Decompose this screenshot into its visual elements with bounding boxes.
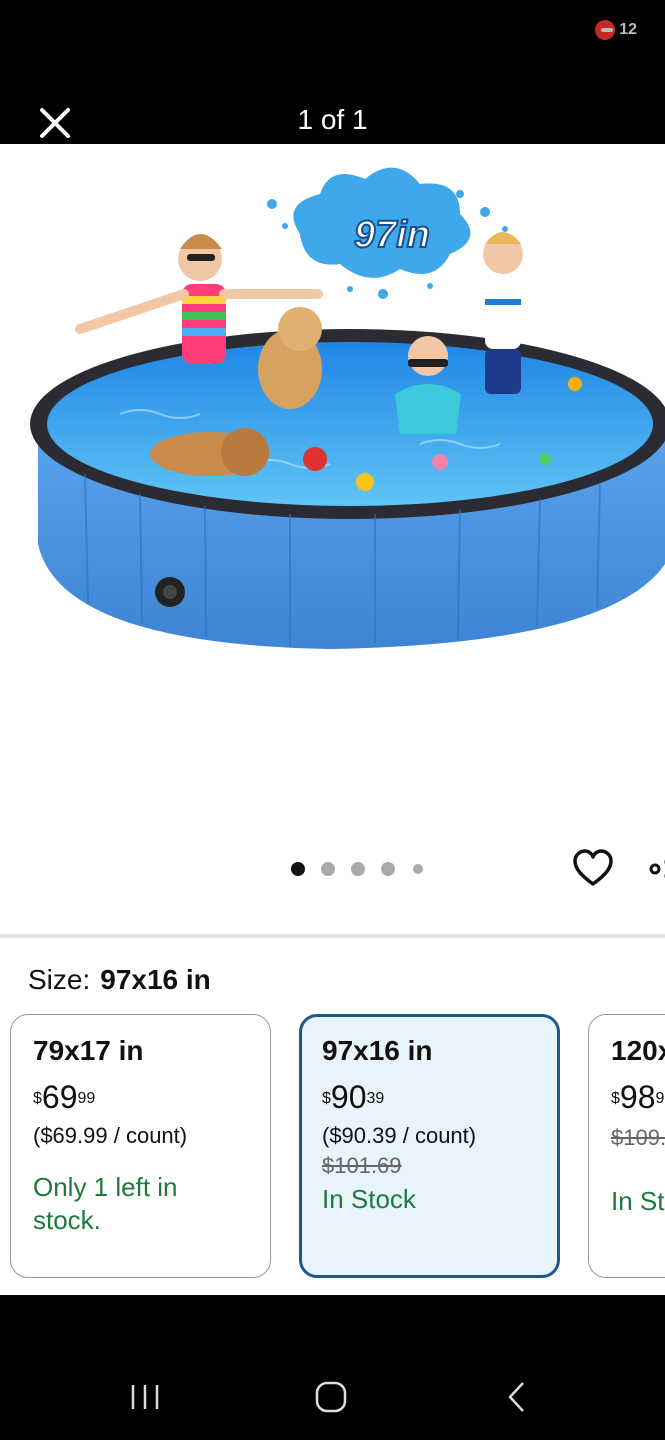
size-option-unit-price: ($69.99 / count) bbox=[33, 1123, 188, 1148]
size-option-title: 120x bbox=[611, 1035, 665, 1066]
status-notifications: 12 bbox=[595, 20, 637, 40]
size-label-text: Size: bbox=[28, 964, 91, 995]
back-icon bbox=[508, 1382, 524, 1412]
share-icon bbox=[649, 859, 665, 879]
size-option-120[interactable]: 120x $989 $109. In St bbox=[588, 1014, 665, 1278]
size-option-stock: In St bbox=[611, 1186, 665, 1216]
size-badge: 97in bbox=[293, 167, 471, 278]
product-detail: 97in Size: 97x16 in 79x17 in $6999 ($69.… bbox=[0, 144, 665, 1295]
home-icon bbox=[315, 1381, 347, 1413]
size-option-price: $989 bbox=[611, 1079, 665, 1115]
size-option-79x17[interactable]: 79x17 in $6999 ($69.99 / count) Only 1 l… bbox=[10, 1014, 271, 1278]
size-option-list-price: $109. bbox=[611, 1125, 665, 1150]
size-option-price: $9039 bbox=[322, 1079, 385, 1115]
heart-icon bbox=[573, 849, 613, 886]
carousel-dot[interactable] bbox=[351, 862, 365, 876]
section-divider bbox=[0, 934, 665, 938]
size-option-title: 97x16 in bbox=[322, 1035, 433, 1066]
carousel-dot[interactable] bbox=[381, 862, 395, 876]
notification-count: 12 bbox=[619, 21, 637, 38]
home-button[interactable] bbox=[306, 1375, 356, 1419]
product-image[interactable]: 97in bbox=[0, 144, 665, 844]
svg-text:97in: 97in bbox=[354, 214, 430, 256]
carousel-dot[interactable] bbox=[413, 864, 423, 874]
back-button[interactable] bbox=[492, 1375, 542, 1419]
selected-size: 97x16 in bbox=[100, 964, 211, 995]
status-bar: 12 bbox=[0, 0, 665, 60]
size-selector-label: Size: 97x16 in bbox=[28, 964, 211, 996]
image-viewer-header: 1 of 1 bbox=[0, 60, 665, 144]
size-option-unit-price: ($90.39 / count) bbox=[322, 1123, 477, 1148]
image-counter: 1 of 1 bbox=[297, 104, 368, 135]
system-navigation-bar bbox=[0, 1295, 665, 1440]
notification-icon bbox=[595, 20, 616, 40]
recent-apps-button[interactable] bbox=[120, 1375, 170, 1419]
carousel-dot[interactable] bbox=[291, 862, 305, 876]
size-option-97x16[interactable]: 97x16 in $9039 ($90.39 / count) $101.69 … bbox=[299, 1014, 560, 1278]
recent-apps-icon bbox=[131, 1385, 159, 1409]
carousel-indicator bbox=[0, 862, 665, 876]
size-option-title: 79x17 in bbox=[33, 1035, 144, 1066]
size-option-list-price: $101.69 bbox=[322, 1153, 402, 1178]
wishlist-button[interactable] bbox=[572, 848, 614, 890]
size-option-stock: In Stock bbox=[322, 1184, 416, 1214]
share-button[interactable] bbox=[648, 854, 665, 884]
carousel-dot[interactable] bbox=[321, 862, 335, 876]
size-option-stock: Only 1 left in stock. bbox=[33, 1172, 178, 1235]
size-option-price: $6999 bbox=[33, 1079, 96, 1115]
